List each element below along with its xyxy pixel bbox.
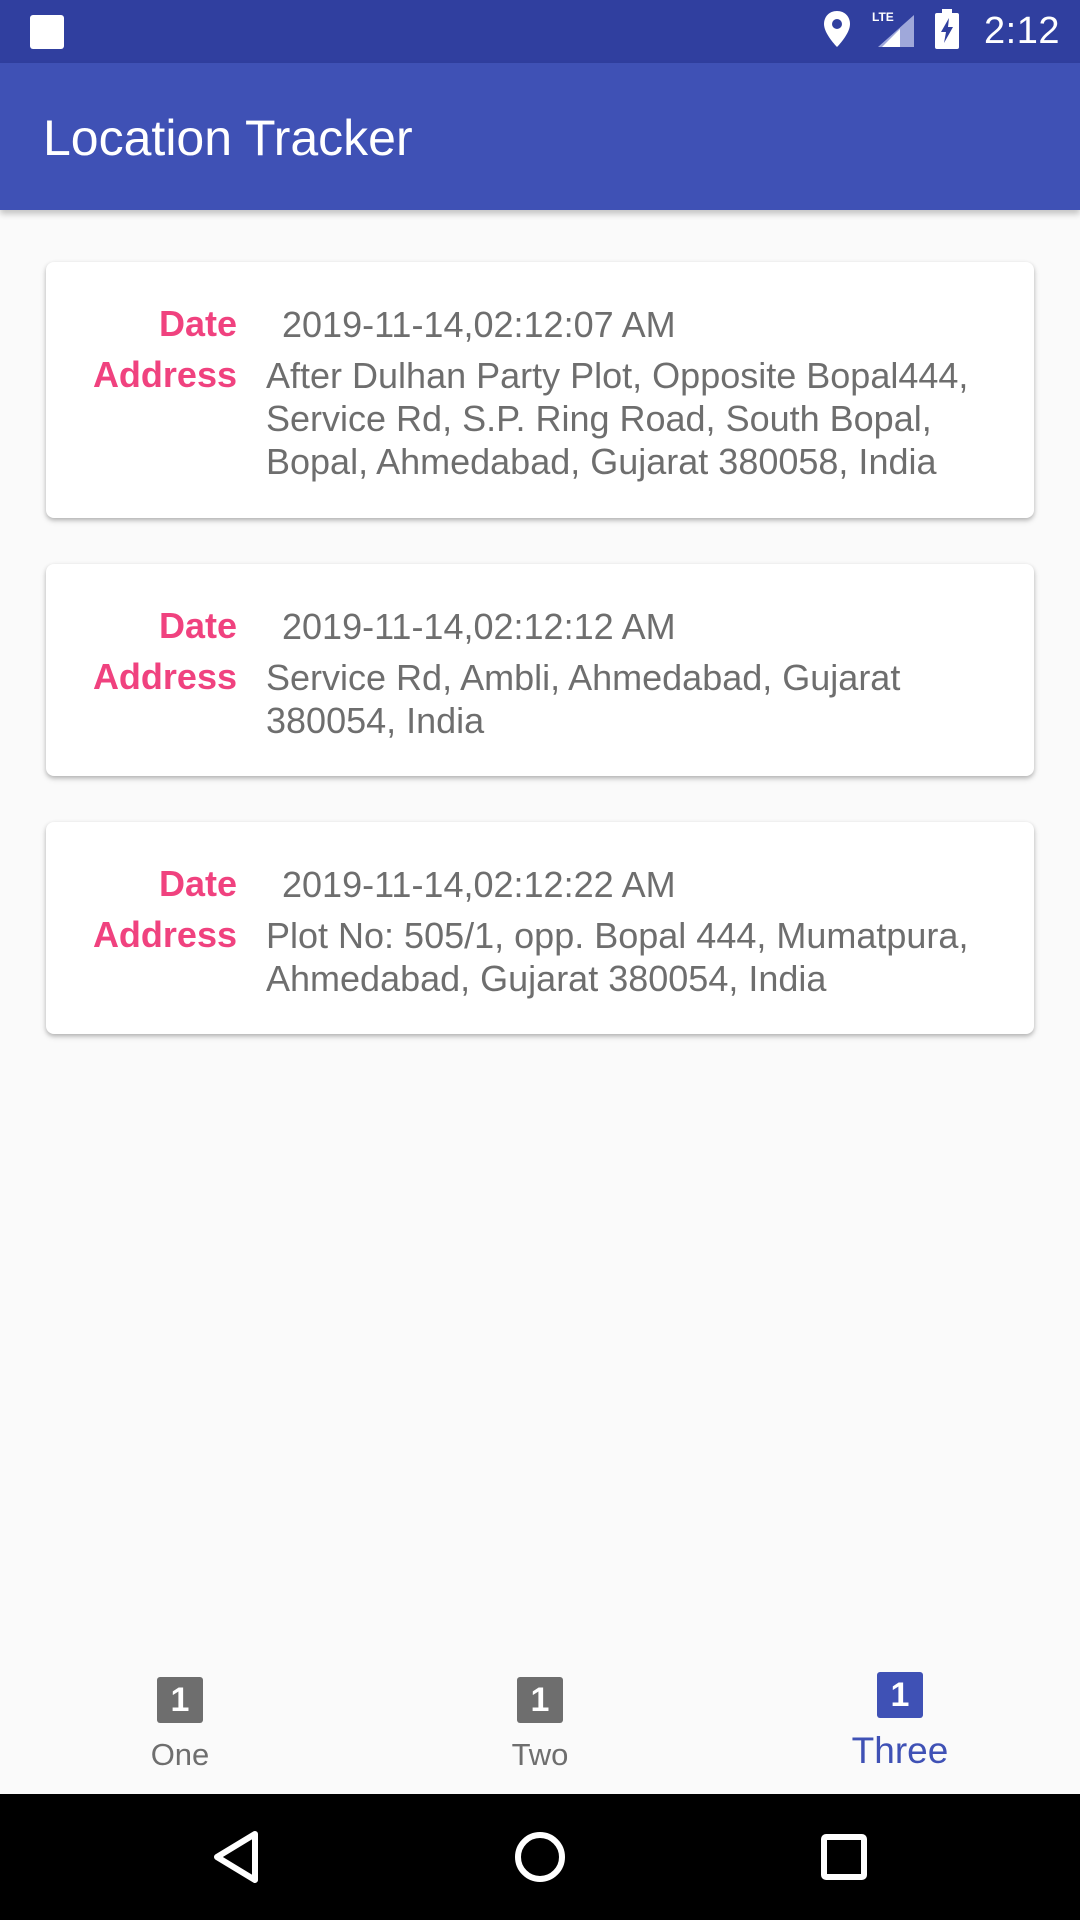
tab-one-label: One (150, 1737, 210, 1772)
bottom-navigation: 1 One 1 Two 1 Three (0, 1642, 1080, 1794)
system-navigation-bar (0, 1794, 1080, 1920)
status-icons: LTE 2:12 (822, 0, 1060, 63)
address-value: After Dulhan Party Plot, Opposite Bopal4… (266, 355, 969, 482)
date-label: Date (158, 863, 237, 904)
app-title: Location Tracker (43, 110, 413, 166)
status-bar: LTE 2:12 (0, 0, 1080, 63)
date-label: Date (158, 605, 237, 646)
tab-two-icon: 1 (517, 1677, 563, 1723)
svg-text:LTE: LTE (872, 10, 894, 24)
address-label: Address (92, 656, 237, 697)
tab-three-label: Three (851, 1730, 949, 1771)
address-label: Address (92, 354, 237, 395)
address-value: Plot No: 505/1, opp. Bopal 444, Mumatpur… (266, 915, 969, 999)
battery-charging-icon (934, 9, 960, 54)
tab-two-label: Two (511, 1737, 569, 1772)
address-label: Address (92, 914, 237, 955)
location-card[interactable]: Date 2019-11-14,02:12:12 AM Address Serv… (46, 564, 1034, 776)
nav-tab-one[interactable]: 1 One (80, 1642, 280, 1794)
date-value: 2019-11-14,02:12:12 AM (282, 606, 676, 647)
home-circle-icon[interactable] (510, 1827, 570, 1887)
lte-signal-icon: LTE (870, 9, 916, 54)
nav-tab-two[interactable]: 1 Two (440, 1642, 640, 1794)
location-pin-icon (822, 9, 852, 54)
location-card[interactable]: Date 2019-11-14,02:12:07 AM Address Afte… (46, 262, 1034, 518)
notification-square-icon (30, 15, 64, 49)
back-triangle-icon[interactable] (206, 1827, 266, 1887)
location-list: Date 2019-11-14,02:12:07 AM Address Afte… (46, 262, 1034, 1080)
date-value: 2019-11-14,02:12:07 AM (282, 304, 676, 345)
address-value: Service Rd, Ambli, Ahmedabad, Gujarat 38… (266, 657, 901, 741)
tab-one-icon: 1 (157, 1677, 203, 1723)
date-value: 2019-11-14,02:12:22 AM (282, 864, 676, 905)
location-card[interactable]: Date 2019-11-14,02:12:22 AM Address Plot… (46, 822, 1034, 1034)
recents-square-icon[interactable] (814, 1827, 874, 1887)
status-time: 2:12 (984, 10, 1060, 52)
date-label: Date (158, 303, 237, 344)
app-bar: Location Tracker (0, 63, 1080, 210)
nav-tab-three[interactable]: 1 Three (800, 1642, 1000, 1794)
tab-three-icon: 1 (877, 1672, 923, 1718)
